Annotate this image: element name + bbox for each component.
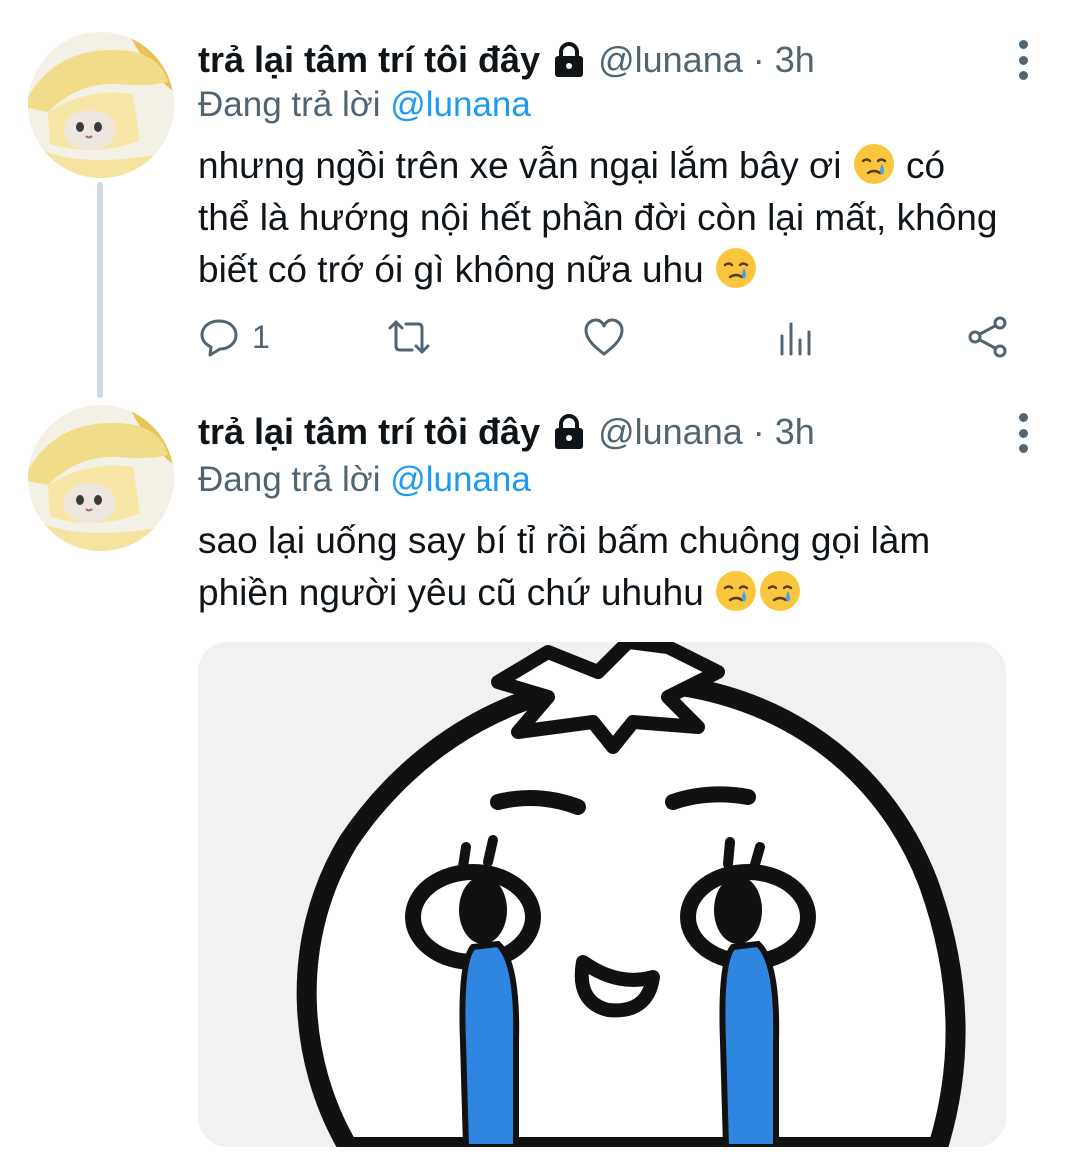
timestamp[interactable]: 3h: [775, 35, 815, 85]
handle[interactable]: @lunana: [598, 407, 743, 457]
reply-button[interactable]: 1: [198, 312, 270, 362]
separator-dot: ·: [752, 411, 765, 452]
avatar[interactable]: [28, 32, 174, 178]
tweet[interactable]: trả lại tâm trí tôi đây @lunana · 3h Đan…: [0, 395, 1080, 1152]
text-segment: có: [906, 145, 946, 186]
tweet-text: nhưng ngồi trên xe vẫn ngại lắm bây ơi c…: [198, 140, 1058, 296]
crying-tomato-sticker-icon: [198, 642, 1006, 1147]
replying-prefix: Đang trả lời: [198, 460, 381, 499]
replying-mention-link[interactable]: @lunana: [390, 460, 531, 499]
text-line: thể là hướng nội hết phần đời còn lại mấ…: [198, 197, 998, 238]
text-line: phiền người yêu cũ chứ uhuhu: [198, 567, 1058, 619]
thread-connector: [97, 182, 103, 398]
retweet-icon: [388, 320, 430, 354]
reply-icon: [200, 319, 238, 357]
more-options-icon[interactable]: [1008, 36, 1038, 84]
text-segment: biết có trớ ói gì không nữa uhu: [198, 249, 704, 290]
like-button[interactable]: [582, 312, 626, 362]
tweet-text: sao lại uống say bí tỉ rồi bấm chuông gọ…: [198, 515, 1058, 619]
crying-face-emoji-icon: [714, 569, 758, 613]
display-name[interactable]: trả lại tâm trí tôi đây: [198, 407, 540, 457]
text-line: biết có trớ ói gì không nữa uhu: [198, 244, 1058, 296]
text-segment: nhưng ngồi trên xe vẫn ngại lắm bây ơi: [198, 145, 842, 186]
heart-icon: [584, 318, 624, 356]
replying-to: Đang trả lời @lunana: [198, 457, 531, 503]
avatar[interactable]: [28, 405, 174, 551]
analytics-button[interactable]: [776, 312, 816, 362]
handle[interactable]: @lunana: [598, 35, 743, 85]
tweet-header: trả lại tâm trí tôi đây @lunana · 3h: [198, 35, 815, 85]
share-button[interactable]: [966, 312, 1010, 362]
replying-to: Đang trả lời @lunana: [198, 82, 531, 128]
retweet-button[interactable]: [384, 312, 434, 362]
tweet[interactable]: trả lại tâm trí tôi đây @lunana · 3h Đan…: [0, 0, 1080, 398]
analytics-icon: [780, 322, 811, 356]
lock-icon: [550, 41, 588, 79]
share-icon: [968, 316, 1007, 358]
reply-count: 1: [252, 318, 270, 355]
text-line: nhưng ngồi trên xe vẫn ngại lắm bây ơi c…: [198, 140, 1058, 192]
text-segment: phiền người yêu cũ chứ uhuhu: [198, 572, 704, 613]
separator-dot: ·: [752, 39, 765, 80]
tweet-thread: trả lại tâm trí tôi đây @lunana · 3h Đan…: [0, 0, 1080, 1152]
tweet-actions: 1: [198, 312, 1028, 362]
crying-face-emoji-icon: [714, 246, 758, 290]
crying-face-emoji-icon: [758, 569, 802, 613]
lock-icon: [550, 413, 588, 451]
crying-face-emoji-icon: [852, 142, 896, 186]
replying-prefix: Đang trả lời: [198, 85, 381, 124]
tweet-media-image[interactable]: [198, 642, 1006, 1147]
tweet-header: trả lại tâm trí tôi đây @lunana · 3h: [198, 407, 815, 457]
text-line: sao lại uống say bí tỉ rồi bấm chuông gọ…: [198, 520, 931, 561]
display-name[interactable]: trả lại tâm trí tôi đây: [198, 35, 540, 85]
more-options-icon[interactable]: [1008, 409, 1038, 457]
timestamp[interactable]: 3h: [775, 407, 815, 457]
replying-mention-link[interactable]: @lunana: [390, 85, 531, 124]
